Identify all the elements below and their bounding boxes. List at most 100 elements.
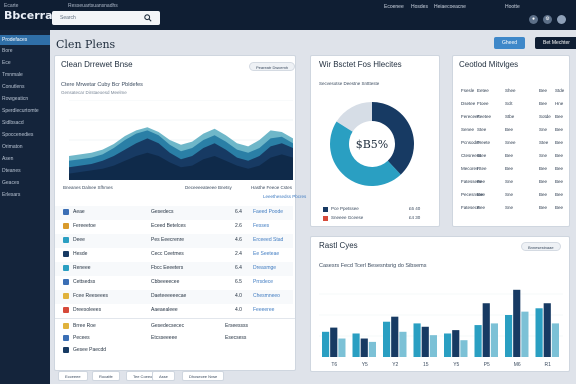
brand-logo[interactable]: Bbcerra (4, 9, 53, 22)
bar[interactable] (330, 327, 338, 357)
metric-row[interactable]: Pecesnsee Bee Sne Bee Bee (453, 192, 569, 202)
bar[interactable] (543, 303, 551, 357)
metric-cell: Bee (477, 205, 486, 210)
bar[interactable] (391, 316, 399, 357)
top-link-2[interactable]: Resseuartsuansnadhs (68, 3, 118, 9)
top-nav-4[interactable]: Hootte (505, 4, 520, 10)
sidebar-item[interactable]: Asen (2, 156, 13, 162)
legend-swatch (323, 216, 328, 221)
secondary-button[interactable]: Gheed (494, 37, 526, 49)
row-link[interactable]: Chesmneeo (253, 293, 280, 299)
pager-button[interactable]: Rocatfe (92, 371, 120, 381)
bar[interactable] (352, 333, 360, 357)
bar[interactable] (482, 303, 490, 357)
sidebar-item-active[interactable]: Prodefaces (0, 35, 50, 45)
table-row[interactable]: Deee Pes Eeecrenre 4.6 Erceeed Stad (55, 234, 293, 248)
row-link[interactable]: Prrsdece (253, 279, 273, 285)
metric-row[interactable]: Ferecees Feetee Stbe Sotde Bee (453, 114, 569, 124)
bar[interactable] (322, 331, 330, 357)
table-row[interactable]: Reneee Fbcc Eeeeters 6.4 Dreasmge (55, 262, 293, 276)
bar-card-filter[interactable]: Bnnesestnaae (521, 242, 561, 251)
bar[interactable] (360, 338, 368, 357)
row-value: 4.0 (235, 293, 242, 299)
metric-cell: Sclt (505, 101, 513, 106)
top-nav-3[interactable]: Heiaecoeacne (434, 4, 466, 10)
table-row[interactable]: Dreesoleees Aaeaealeee 4.0 Feeeeree (55, 304, 293, 318)
sidebar-item[interactable]: Spoccenedies (2, 132, 33, 138)
table-row[interactable]: Fcee Reeseees Daeteeeeeecae 4.0 Chesmneeo (55, 290, 293, 304)
bar[interactable] (521, 311, 529, 357)
bar[interactable] (399, 331, 407, 357)
footer-row[interactable]: Gesee Paecdd (55, 344, 293, 358)
sidebar-item[interactable]: Geaces (2, 180, 19, 186)
trend-link[interactable]: Leeethesedss Pbcres (263, 194, 306, 199)
donut-card-title: Wir Bsctet Fos Hlecites (319, 60, 402, 69)
metric-row[interactable]: Mecores Rtee Bee Bee Bee (453, 166, 569, 176)
table-row[interactable]: Aeae Gesedecs 6.4 Faeed Poode (55, 206, 293, 220)
bar[interactable] (452, 330, 460, 357)
bar[interactable] (505, 315, 513, 357)
bar[interactable] (460, 340, 468, 357)
sidebar-item[interactable]: Tmnmale (2, 72, 23, 78)
metric-cell: Freete (477, 140, 491, 145)
metric-row[interactable]: Dsetee Ftoee Sclt Bee Hne (453, 101, 569, 111)
top-nav-1[interactable]: Ecoenee (384, 4, 404, 10)
row-link[interactable]: Erceeed Stad (253, 237, 283, 243)
bar[interactable] (383, 321, 391, 357)
top-nav-2[interactable]: Hosdes (411, 4, 428, 10)
row-link[interactable]: Fesses (253, 223, 269, 229)
bar-card: Rastl Cyes Bnnesestnaae Casesrs Fecd Tce… (310, 236, 570, 372)
row-detail: Cecc Ceetmes (151, 251, 184, 257)
row-name: Cettsedss (73, 279, 96, 285)
bar[interactable] (338, 338, 346, 357)
row-link[interactable]: Ee Seeteae (253, 251, 279, 257)
bar[interactable] (551, 323, 559, 357)
metric-row[interactable]: Fsesle Eetee Shee Bee Stde (453, 88, 569, 98)
bar[interactable] (444, 333, 452, 357)
search-button[interactable] (136, 11, 160, 25)
row-detail: Aaeaealeee (151, 307, 178, 313)
bar[interactable] (513, 289, 521, 357)
sidebar-item[interactable]: Orimaton (2, 144, 23, 150)
pager-button[interactable]: Ecceeee (58, 371, 88, 381)
metric-row[interactable]: Senee Stee Bee Sne Bee (453, 127, 569, 137)
pager-button[interactable]: Asse (152, 371, 175, 381)
row-color-swatch (63, 307, 69, 313)
bar-axis-label: Y2 (392, 362, 398, 368)
bar[interactable] (429, 335, 437, 357)
metric-row[interactable]: Ctesreess Stee Bee Sne Bee (453, 153, 569, 163)
footer-row-name: Pecees (73, 335, 90, 341)
table-row[interactable]: Cettsedss Cbbeeeecee 6.5 Prrsdece (55, 276, 293, 290)
trend-card-filter[interactable]: Peareatr Dwcemh (249, 62, 296, 71)
sidebar-item[interactable]: Dteanes (2, 168, 21, 174)
metric-row[interactable]: Fatesseee Bee Sne Bee Bee (453, 179, 569, 189)
row-link[interactable]: Feeeeree (253, 307, 274, 313)
bar-chart: T6 Y5 Y2 15 Y5 P5 M6 R1 (319, 289, 563, 368)
bar[interactable] (535, 308, 543, 357)
notification-icon[interactable]: ● (529, 15, 538, 24)
sidebar-item[interactable]: Rowgeaticn (2, 96, 28, 102)
pager-button[interactable]: Dhosecee Nvse (182, 371, 225, 381)
bar[interactable] (368, 341, 376, 357)
metric-row[interactable]: Fatesece Bee Sne Bee Bee (453, 205, 569, 215)
bar[interactable] (474, 325, 482, 357)
metric-row[interactable]: Pcnsodre Freete Snee Stee Bee (453, 140, 569, 150)
bar[interactable] (490, 323, 498, 357)
settings-icon[interactable]: ⚙ (543, 15, 552, 24)
sidebar-item[interactable]: Bore (2, 48, 13, 54)
row-link[interactable]: Faeed Poode (253, 209, 283, 215)
primary-button[interactable]: Bet Mechter (535, 37, 576, 49)
avatar[interactable] (557, 15, 566, 24)
table-row[interactable]: Fereeetoe Eceed Betelces 2.6 Fesses (55, 220, 293, 234)
bar[interactable] (413, 323, 421, 357)
sidebar-item[interactable]: Sperdlecurtomte (2, 108, 39, 114)
bar[interactable] (421, 326, 429, 357)
table-row[interactable]: Hesde Cecc Ceetmes 2.4 Ee Seeteae (55, 248, 293, 262)
row-link[interactable]: Dreasmge (253, 265, 276, 271)
sidebar-item[interactable]: Sidlbsacd (2, 120, 24, 126)
donut-slice[interactable] (330, 121, 401, 186)
sidebar-item[interactable]: Ece (2, 60, 11, 66)
sidebar-item[interactable]: Erlesars (2, 192, 20, 198)
row-color-swatch (63, 323, 69, 329)
sidebar-item[interactable]: Conutlens (2, 84, 25, 90)
